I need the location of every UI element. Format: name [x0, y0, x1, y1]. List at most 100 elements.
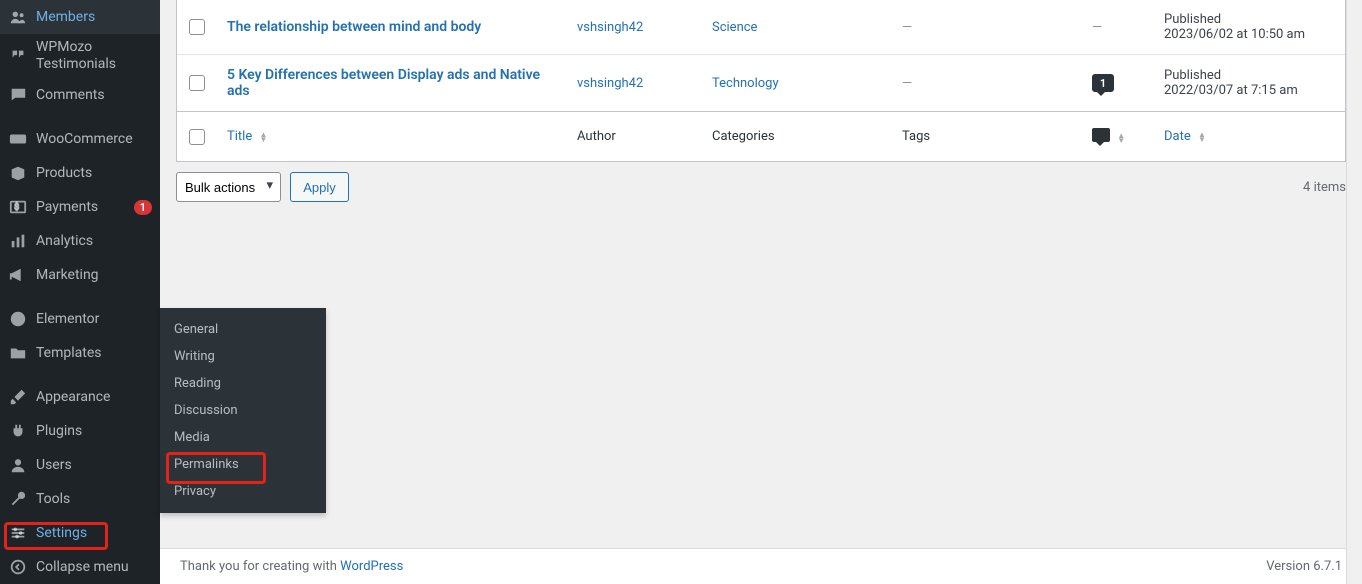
sidebar-item-label: Payments — [36, 199, 126, 216]
woocommerce-icon — [8, 129, 28, 149]
author-link[interactable]: vshsingh42 — [577, 76, 643, 91]
sort-icon: ▲▼ — [1117, 133, 1125, 143]
sidebar-item-collapse[interactable]: Collapse menu — [0, 550, 160, 584]
column-author: Author — [577, 129, 616, 144]
row-checkbox[interactable] — [189, 75, 205, 91]
sidebar-item-label: Tools — [36, 491, 152, 508]
table-footer-header: Title ▲▼ Author Categories Tags ▲▼ Date … — [177, 111, 1345, 161]
apply-button[interactable]: Apply — [290, 172, 349, 202]
post-date: 2023/06/02 at 10:50 am — [1164, 27, 1305, 42]
tags-empty: — — [902, 76, 912, 91]
wrench-icon — [8, 489, 28, 509]
date-cell: Published 2022/03/07 at 7:15 am — [1154, 64, 1345, 102]
submenu-item-general[interactable]: General — [160, 316, 326, 343]
column-date[interactable]: Date — [1164, 129, 1191, 144]
table-row: The relationship between mind and body v… — [177, 0, 1345, 54]
sort-icon: ▲▼ — [259, 132, 267, 142]
comment-count-bubble[interactable]: 1 — [1092, 74, 1114, 92]
sidebar-item-appearance[interactable]: Appearance — [0, 380, 160, 414]
column-tags: Tags — [902, 129, 930, 144]
post-title-link[interactable]: The relationship between mind and body — [227, 19, 481, 35]
sidebar-item-label: Users — [36, 457, 152, 474]
submenu-item-permalinks[interactable]: Permalinks — [160, 451, 326, 478]
item-count: 4 items — [1303, 180, 1346, 195]
table-nav-bottom: Bulk actions Apply 4 items — [176, 172, 1346, 202]
comments-empty: — — [1092, 20, 1102, 35]
folder-icon — [8, 343, 28, 363]
svg-text:$: $ — [14, 202, 19, 212]
megaphone-icon — [8, 265, 28, 285]
date-cell: Published 2023/06/02 at 10:50 am — [1154, 8, 1345, 46]
sidebar-item-label: Appearance — [36, 389, 152, 406]
footer-version: Version 6.7.1 — [1266, 559, 1342, 574]
sidebar-item-label: Analytics — [36, 233, 152, 250]
category-link[interactable]: Technology — [712, 76, 779, 91]
sidebar-item-label: Settings — [36, 525, 152, 542]
bulk-actions-select[interactable]: Bulk actions — [176, 172, 281, 202]
sidebar-item-elementor[interactable]: Elementor — [0, 302, 160, 336]
sidebar-item-marketing[interactable]: Marketing — [0, 258, 160, 292]
comment-icon — [8, 85, 28, 105]
sidebar-item-comments[interactable]: Comments — [0, 78, 160, 112]
sidebar-item-products[interactable]: Products — [0, 156, 160, 190]
post-status: Published — [1164, 68, 1335, 83]
sidebar-item-label: Elementor — [36, 311, 152, 328]
post-date: 2022/03/07 at 7:15 am — [1164, 83, 1298, 98]
column-title[interactable]: Title — [227, 129, 252, 144]
submenu-item-writing[interactable]: Writing — [160, 343, 326, 370]
wordpress-link[interactable]: WordPress — [340, 559, 403, 574]
admin-sidebar: Members WPMozo Testimonials Comments Woo… — [0, 0, 160, 584]
category-link[interactable]: Science — [712, 20, 757, 35]
brush-icon — [8, 387, 28, 407]
sidebar-item-label: Templates — [36, 345, 152, 362]
settings-submenu: General Writing Reading Discussion Media… — [160, 308, 326, 513]
submenu-item-media[interactable]: Media — [160, 424, 326, 451]
sidebar-item-members[interactable]: Members — [0, 0, 160, 34]
sidebar-item-label: Plugins — [36, 423, 152, 440]
chart-bar-icon — [8, 231, 28, 251]
sidebar-item-label: Collapse menu — [36, 559, 152, 576]
plug-icon — [8, 421, 28, 441]
post-status: Published — [1164, 12, 1335, 27]
sidebar-item-wpmozo[interactable]: WPMozo Testimonials — [0, 34, 160, 78]
submenu-item-discussion[interactable]: Discussion — [160, 397, 326, 424]
sidebar-item-label: Products — [36, 165, 152, 182]
sidebar-item-settings[interactable]: Settings — [0, 516, 160, 550]
table-row: 5 Key Differences between Display ads an… — [177, 54, 1345, 111]
submenu-item-privacy[interactable]: Privacy — [160, 478, 326, 505]
sidebar-item-label: Members — [36, 9, 152, 26]
user-icon — [8, 455, 28, 475]
row-checkbox[interactable] — [189, 19, 205, 35]
sort-icon: ▲▼ — [1198, 132, 1206, 142]
author-link[interactable]: vshsingh42 — [577, 20, 643, 35]
admin-footer: Thank you for creating with WordPress Ve… — [160, 548, 1362, 584]
main-content: The relationship between mind and body v… — [160, 0, 1362, 584]
scrollbar[interactable] — [1346, 0, 1362, 584]
collapse-icon — [8, 557, 28, 577]
post-title-link[interactable]: 5 Key Differences between Display ads an… — [227, 67, 540, 99]
elementor-icon — [8, 309, 28, 329]
sidebar-item-label: Comments — [36, 87, 152, 104]
column-categories: Categories — [712, 129, 775, 144]
sidebar-item-label: WooCommerce — [36, 131, 152, 148]
quote-icon — [8, 46, 28, 66]
select-all-checkbox[interactable] — [189, 129, 205, 145]
sliders-icon — [8, 523, 28, 543]
sidebar-item-analytics[interactable]: Analytics — [0, 224, 160, 258]
tags-empty: — — [902, 20, 912, 35]
sidebar-item-label: Marketing — [36, 267, 152, 284]
sidebar-item-label: WPMozo Testimonials — [36, 39, 152, 73]
sidebar-item-plugins[interactable]: Plugins — [0, 414, 160, 448]
payments-badge: 1 — [134, 200, 152, 215]
sidebar-item-woocommerce[interactable]: WooCommerce — [0, 122, 160, 156]
sidebar-item-tools[interactable]: Tools — [0, 482, 160, 516]
submenu-item-reading[interactable]: Reading — [160, 370, 326, 397]
sidebar-item-users[interactable]: Users — [0, 448, 160, 482]
footer-thanks: Thank you for creating with WordPress — [180, 559, 403, 574]
comments-column-icon[interactable] — [1092, 128, 1110, 142]
sidebar-item-payments[interactable]: $ Payments 1 — [0, 190, 160, 224]
posts-table: The relationship between mind and body v… — [176, 0, 1346, 162]
users-icon — [8, 7, 28, 27]
sidebar-item-templates[interactable]: Templates — [0, 336, 160, 370]
dollar-icon: $ — [8, 197, 28, 217]
